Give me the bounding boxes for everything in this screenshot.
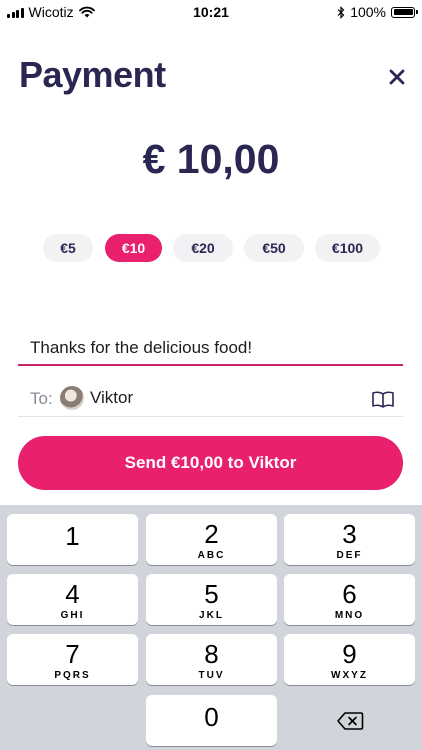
- send-button[interactable]: Send €10,00 to Viktor: [18, 436, 403, 490]
- key-digit: 4: [65, 579, 80, 609]
- to-label: To:: [30, 389, 53, 408]
- page-title: Payment: [19, 54, 166, 95]
- recipient-avatar: [60, 386, 84, 410]
- battery-fill: [393, 9, 413, 15]
- backspace-key[interactable]: [284, 695, 415, 746]
- key-5[interactable]: 5 JKL: [146, 574, 277, 625]
- key-digit: 6: [342, 579, 357, 609]
- battery-icon: [391, 6, 418, 18]
- preset-chip-10[interactable]: €10: [105, 234, 162, 262]
- message-input-value[interactable]: Thanks for the delicious food!: [30, 338, 252, 358]
- status-bar-right: 100%: [337, 4, 418, 20]
- key-1[interactable]: 1: [7, 514, 138, 565]
- close-icon: [389, 69, 405, 85]
- key-digit: 8: [204, 639, 219, 669]
- key-9[interactable]: 9 WXYZ: [284, 634, 415, 685]
- recipient-row[interactable]: To: Viktor: [18, 381, 403, 417]
- numeric-keypad: 1 2 ABC 3 DEF 4 GHI 5 JKL 6 MNO 7 PQRS 8…: [0, 505, 422, 750]
- preset-chip-20[interactable]: €20: [173, 234, 233, 262]
- key-letters: JKL: [199, 610, 224, 621]
- battery-percent: 100%: [350, 4, 386, 20]
- key-letters: ABC: [197, 550, 226, 561]
- recipient-name: Viktor: [90, 388, 134, 407]
- key-6[interactable]: 6 MNO: [284, 574, 415, 625]
- preset-chip-100[interactable]: €100: [315, 234, 380, 262]
- preset-amounts: €5 €10 €20 €50 €100: [0, 234, 422, 262]
- key-4[interactable]: 4 GHI: [7, 574, 138, 625]
- key-digit: 1: [65, 521, 80, 551]
- key-digit: 3: [342, 519, 357, 549]
- key-digit: 9: [342, 639, 357, 669]
- key-digit: 2: [204, 519, 219, 549]
- message-field[interactable]: Thanks for the delicious food!: [18, 336, 403, 366]
- key-letters: PQRS: [54, 670, 91, 681]
- key-2[interactable]: 2 ABC: [146, 514, 277, 565]
- amount-display: € 10,00: [142, 136, 280, 182]
- key-digit: 0: [204, 702, 219, 732]
- key-8[interactable]: 8 TUV: [146, 634, 277, 685]
- key-3[interactable]: 3 DEF: [284, 514, 415, 565]
- key-letters: GHI: [60, 610, 85, 621]
- key-letters: MNO: [334, 610, 365, 621]
- close-button[interactable]: [384, 64, 410, 90]
- key-digit: 7: [65, 639, 80, 669]
- address-book-icon[interactable]: [371, 390, 395, 408]
- key-letters: TUV: [198, 670, 225, 681]
- status-bar: Wicotiz 10:21 100%: [0, 0, 422, 24]
- key-letters: WXYZ: [331, 670, 368, 681]
- key-digit: 5: [204, 579, 219, 609]
- preset-chip-50[interactable]: €50: [244, 234, 304, 262]
- bluetooth-icon: [337, 5, 345, 19]
- key-7[interactable]: 7 PQRS: [7, 634, 138, 685]
- preset-chip-5[interactable]: €5: [43, 234, 93, 262]
- key-letters: DEF: [336, 550, 363, 561]
- backspace-icon: [336, 711, 363, 730]
- key-0[interactable]: 0: [146, 695, 277, 746]
